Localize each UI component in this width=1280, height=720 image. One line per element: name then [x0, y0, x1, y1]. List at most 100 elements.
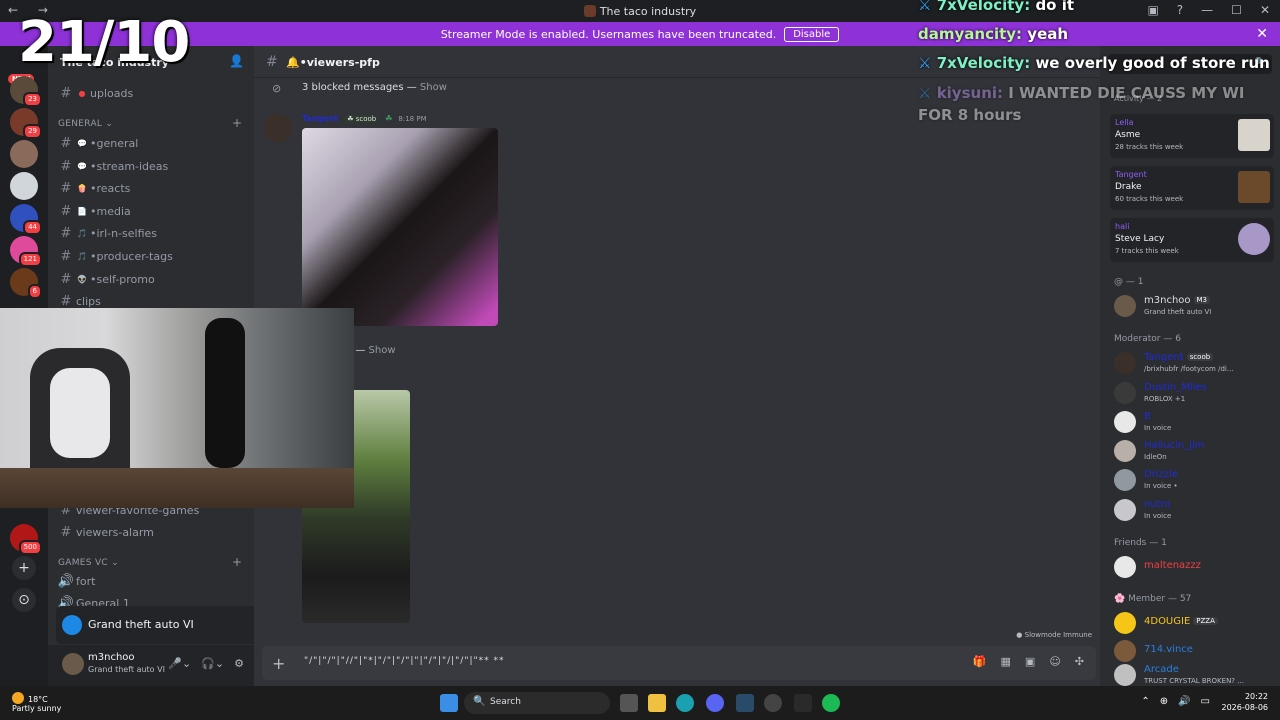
task-view-icon[interactable]	[620, 694, 638, 712]
avatar	[1114, 556, 1136, 578]
add-user-icon[interactable]: 👤	[229, 54, 244, 68]
activity-user: hali	[1115, 222, 1130, 231]
microphone-icon[interactable]: 🎤⌄	[168, 657, 191, 670]
server-icon[interactable]: 6	[10, 268, 42, 299]
system-tray: ⌃ ⊕ 🔊 ▭	[1141, 696, 1210, 707]
taskbar: 18°C Partly sunny 🔍 Search ⌃ ⊕ 🔊 ▭ 20:22 …	[0, 686, 1280, 720]
hash-icon: #	[60, 524, 72, 540]
server-icon[interactable]: 23	[10, 76, 42, 107]
voice-channel-fort[interactable]: 🔊 fort	[56, 571, 246, 591]
gif-icon[interactable]: ▦	[1001, 655, 1011, 668]
hash-icon: #	[60, 293, 72, 309]
steam-icon[interactable]	[736, 694, 754, 712]
disable-button[interactable]: Disable	[784, 26, 840, 42]
composer-value[interactable]: "/"|"/"|"//"|"*|"/"|"/"|"|"/"|"/|"/"|"**…	[304, 656, 505, 666]
member-row[interactable]: B In voice	[1114, 409, 1274, 437]
member-name-text: Tangent	[1144, 352, 1184, 363]
channel-label: •self-promo	[90, 272, 155, 286]
maximize-button[interactable]: ☐	[1231, 3, 1242, 17]
edge-icon[interactable]	[676, 694, 694, 712]
headphones-icon[interactable]: 🎧⌄	[201, 657, 224, 670]
add-server-button[interactable]: +	[12, 556, 36, 580]
help-icon[interactable]: ?	[1177, 3, 1183, 17]
category-games-vc[interactable]: GAMES VC ⌄	[58, 558, 119, 568]
guild-tag: ☘ scoob	[344, 114, 380, 123]
channel-producer-tags[interactable]: # 🎵 •producer-tags	[56, 246, 246, 266]
banner-close-icon[interactable]: ✕	[1256, 26, 1268, 42]
gift-icon[interactable]: 🎁	[973, 655, 987, 668]
member-row[interactable]: Tangent scoob /brixhubfr /footycom /di...	[1114, 350, 1274, 378]
server-icon[interactable]: 44	[10, 204, 42, 235]
member-row[interactable]: 4DOUGIE PZZA	[1114, 610, 1274, 638]
member-row[interactable]: nutro In voice	[1114, 497, 1274, 525]
member-list: 🔍 Activity — 2 Lella Asme 28 tracks this…	[1100, 46, 1280, 686]
category-general[interactable]: GENERAL ⌄	[58, 119, 113, 129]
close-button[interactable]: ✕	[1260, 3, 1270, 17]
message-image[interactable]	[302, 128, 498, 326]
member-row[interactable]: Dustin_Miles ROBLOX +1	[1114, 380, 1274, 408]
spotify-icon[interactable]	[822, 694, 840, 712]
channel-media[interactable]: # 📄 •media	[56, 201, 246, 221]
avatar[interactable]	[62, 653, 84, 675]
server-icon[interactable]: 121	[10, 236, 42, 267]
discover-icon[interactable]: ⊙	[12, 588, 36, 612]
server-icon[interactable]	[10, 172, 38, 200]
activity-card[interactable]: Lella Asme 28 tracks this week	[1110, 114, 1274, 158]
server-icon[interactable]	[10, 140, 38, 168]
show-link[interactable]: Show	[369, 345, 396, 356]
chevron-up-icon[interactable]: ⌃	[1141, 696, 1149, 707]
activity-card[interactable]: hali Steve Lacy 7 tracks this week	[1110, 218, 1274, 262]
channel-viewers-alarm[interactable]: # viewers-alarm	[56, 522, 246, 542]
avatar	[1114, 640, 1136, 662]
channel-emoji: 👽	[77, 274, 87, 284]
message-author[interactable]: Tangent	[302, 114, 338, 123]
mention-badge: 23	[23, 92, 42, 107]
member-row[interactable]: Hallucin_Jim IdleOn	[1114, 438, 1274, 466]
minimize-button[interactable]: —	[1201, 3, 1213, 17]
taskbar-search[interactable]: 🔍 Search	[464, 692, 610, 714]
avatar[interactable]	[264, 114, 292, 142]
channel-emoji: 📄	[77, 206, 87, 216]
network-icon[interactable]: ⊕	[1160, 696, 1168, 707]
server-icon[interactable]: 500	[10, 524, 42, 555]
message-composer[interactable]: + "/"|"/"|"//"|"*|"/"|"/"|"|"/"|"/|"/"|"…	[262, 646, 1096, 680]
channel-general[interactable]: # 💬 •general	[56, 133, 246, 153]
activity-card[interactable]: Tangent Drake 60 tracks this week	[1110, 166, 1274, 210]
attach-plus-icon[interactable]: +	[272, 654, 285, 673]
channel-uploads[interactable]: # ● uploads	[56, 83, 246, 103]
battery-icon[interactable]: ▭	[1201, 696, 1210, 707]
user-panel: m3nchoo Grand theft auto VI 🎤⌄ 🎧⌄ ⚙	[48, 645, 254, 686]
windows-start-icon[interactable]	[440, 694, 458, 712]
member-row[interactable]: m3nchoo M3 Grand theft auto VI	[1114, 293, 1274, 321]
discord-icon[interactable]	[706, 694, 724, 712]
member-row[interactable]: maltenazzz	[1114, 554, 1274, 582]
member-row[interactable]: Drizzle In voice •	[1114, 467, 1274, 495]
sticker-icon[interactable]: ▣	[1025, 655, 1035, 668]
create-channel-icon[interactable]: +	[232, 116, 242, 130]
clock[interactable]: 20:22 2026-08-06	[1222, 691, 1269, 713]
server-icon[interactable]: 29	[10, 108, 42, 139]
app-icon[interactable]	[764, 694, 782, 712]
volume-icon[interactable]: 🔊	[1178, 696, 1190, 707]
app-icon[interactable]	[794, 694, 812, 712]
emoji-icon[interactable]: ☺	[1049, 655, 1060, 668]
webcam-overlay	[0, 308, 354, 508]
group-header: Moderator — 6	[1114, 334, 1181, 344]
avatar	[1114, 411, 1136, 433]
mention-badge: 121	[18, 252, 42, 267]
apps-icon[interactable]: ✣	[1075, 655, 1084, 668]
overlay-message: FOR 8 hours	[918, 106, 1022, 124]
guild-tag: PZZA	[1193, 617, 1218, 625]
overlay-text: DIE CAUSS MY WI	[1097, 84, 1245, 102]
create-channel-icon[interactable]: +	[232, 555, 242, 569]
show-link[interactable]: Show	[420, 82, 447, 93]
inbox-icon[interactable]: ▣	[1147, 3, 1158, 17]
channel-irl-n-selfies[interactable]: # 🎵 •irl-n-selfies	[56, 223, 246, 243]
channel-stream-ideas[interactable]: # 💬 •stream-ideas	[56, 156, 246, 176]
weather-widget[interactable]: 18°C Partly sunny	[12, 692, 61, 713]
overlay-message: ⚔ kiysuni: I WANTED DIE CAUSS MY WI	[918, 84, 1244, 102]
file-explorer-icon[interactable]	[648, 694, 666, 712]
channel-reacts[interactable]: # 🍿 •reacts	[56, 178, 246, 198]
channel-self-promo[interactable]: # 👽 •self-promo	[56, 269, 246, 289]
settings-gear-icon[interactable]: ⚙	[234, 657, 244, 670]
